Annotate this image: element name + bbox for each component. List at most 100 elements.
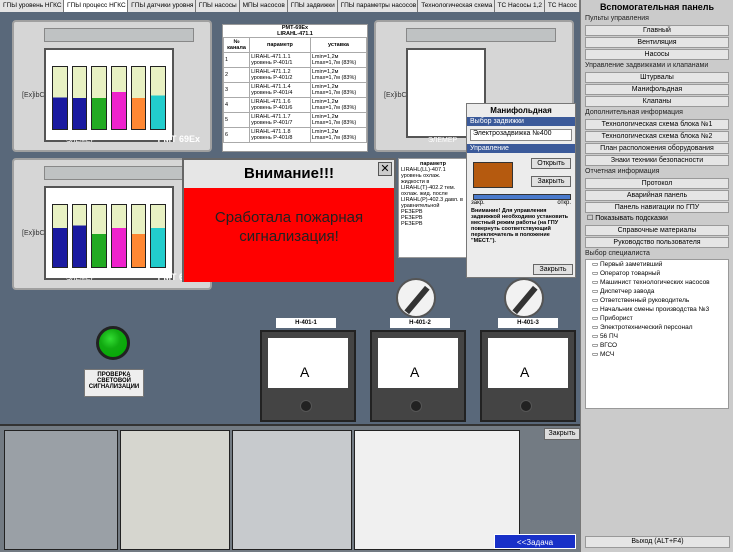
table-header: № канала	[222, 37, 251, 53]
tab-1[interactable]: ГПЫ процесс НГКС	[64, 0, 129, 12]
section-label: Выбор специалиста	[585, 250, 650, 257]
side-button[interactable]: Вентиляция	[585, 37, 729, 48]
side-button[interactable]: Справочные материалы	[585, 225, 729, 236]
exit-button[interactable]: Выход (ALT+F4)	[585, 536, 730, 548]
gauge-label-2: Н-401-2	[390, 318, 450, 328]
tab-0[interactable]: ГПЫ уровень НГКС	[0, 0, 65, 12]
equipment-overview	[0, 424, 580, 552]
device-header	[406, 28, 556, 42]
tab-6[interactable]: ГПЫ параметры насосов	[337, 0, 419, 12]
dialog-close-button[interactable]: Закрыть	[533, 264, 573, 275]
tab-5[interactable]: ГПЫ задвижки	[287, 0, 338, 12]
device-screen	[44, 186, 174, 280]
level-bar	[91, 66, 108, 130]
gauge-label-3: Н-401-3	[498, 318, 558, 328]
specialist-item[interactable]: ▭ Начальник смены производства №3	[586, 305, 728, 314]
table2-row: LIRAHL(P)-402.3 давл. в уравнительной	[401, 197, 463, 209]
gauge-label-1: Н-401-1	[276, 318, 336, 328]
side-button[interactable]: Аварийная панель	[585, 190, 729, 201]
specialist-item[interactable]: ▭ Приборист	[586, 314, 728, 323]
switch-1[interactable]	[396, 278, 436, 318]
tab-8[interactable]: ТС Насосы 1,2	[494, 0, 545, 12]
specialist-item[interactable]: ▭ Ответственный руководитель	[586, 296, 728, 305]
specialist-item[interactable]: ▭ 56 ПЧ	[586, 332, 728, 341]
table-cell: LIRAHL-471.1.2 уровень Р-401/2	[249, 67, 311, 83]
table-cell: 2	[222, 67, 251, 83]
hints-checkbox[interactable]: ☐ Показывать подсказки	[581, 214, 733, 224]
tab-3[interactable]: ГПЫ насосы	[195, 0, 240, 12]
panel-1[interactable]	[4, 430, 118, 550]
side-button[interactable]: Штурвалы	[585, 72, 729, 83]
specialist-item[interactable]: ▭ Оператор товарный	[586, 269, 728, 278]
table-cell: Lmin=1,2м Lmax=1,7м (83%)	[309, 52, 368, 68]
task-button[interactable]: <<Задача	[494, 534, 576, 549]
signal-lamp[interactable]	[96, 326, 130, 360]
level-bar	[130, 66, 147, 130]
table2-row: LIRAHL(T)-402.2 тем. охлаж. жид. после	[401, 185, 456, 197]
dialog-note: Внимание! Для управления задвижкой необх…	[471, 208, 569, 244]
table-cell: LIRAHL-471.1.8 уровень Р-401/8	[249, 127, 311, 143]
table-cell: LIRAHL-471.1.1 уровень Р-401/1	[249, 52, 311, 68]
panel-3[interactable]	[232, 430, 352, 550]
tab-9[interactable]: ТС Насос	[544, 0, 581, 12]
schematic-panel[interactable]	[354, 430, 520, 550]
device-ex-mark: [Ex]ibC	[384, 92, 407, 99]
ammeter-1: A	[260, 330, 356, 422]
channel-table: РМТ-69Ex LIRAHL-471.1 № канала параметр ус…	[222, 24, 368, 152]
table-cell: 4	[222, 97, 251, 113]
side-button[interactable]: Технологическая схема блока №2	[585, 131, 729, 142]
device-header	[44, 166, 194, 180]
side-button[interactable]: Клапаны	[585, 96, 729, 107]
side-button[interactable]: Манифольдная	[585, 84, 729, 95]
select-label: Выбор задвижки	[467, 117, 575, 126]
tab-7[interactable]: Технологическая схема	[418, 0, 495, 12]
table2-row: РЕЗЕРВ	[401, 221, 423, 227]
side-button[interactable]: Главный	[585, 25, 729, 36]
close-valve-button[interactable]: Закрыть	[531, 176, 571, 187]
specialist-list: ▭ Первый заметивший ▭ Оператор товарный ▭ …	[585, 259, 729, 409]
tab-4[interactable]: МПЫ насосов	[239, 0, 288, 12]
side-button[interactable]: Насосы	[585, 49, 729, 60]
tab-2[interactable]: ГПЫ датчики уровня	[128, 0, 196, 12]
side-button[interactable]: Руководство пользователя	[585, 237, 729, 248]
level-bar	[52, 204, 68, 268]
alarm-title: Внимание!!!	[184, 160, 394, 188]
device-ex-mark: [Ex]ibC	[22, 230, 45, 237]
table-row: 1 LIRAHL-471.1.1 уровень Р-401/1 Lmin=1,2м…	[222, 52, 368, 68]
side-button[interactable]: Панель навигации по ГПУ	[585, 202, 729, 213]
section-label: Дополнительная информация	[585, 109, 683, 116]
switch-2[interactable]	[504, 278, 544, 318]
table-cell: 5	[222, 112, 251, 128]
specialist-item[interactable]: ▭ Диспетчер завода	[586, 287, 728, 296]
level-bar	[71, 204, 88, 268]
side-button[interactable]: Технологическая схема блока №1	[585, 119, 729, 130]
unit-label: A	[300, 364, 310, 380]
device-brand: ЭЛЕМЕР	[66, 275, 96, 282]
specialist-item[interactable]: ▭ Машинист технологических насосов	[586, 278, 728, 287]
device-screen	[44, 48, 174, 142]
open-button[interactable]: Открыть	[531, 158, 571, 169]
table-cell: LIRAHL-471.1.4 уровень Р-401/4	[249, 82, 311, 98]
specialist-item[interactable]: ▭ МСЧ	[586, 350, 728, 359]
scale-right: откр.	[557, 200, 571, 206]
panel-2[interactable]	[120, 430, 230, 550]
side-button[interactable]: План расположения оборудования	[585, 143, 729, 154]
table-cell: Lmin=1,2м Lmax=1,7м (83%)	[309, 97, 368, 113]
valve-icon	[473, 162, 513, 188]
table-row: 6 LIRAHL-471.1.8 уровень Р-401/8 Lmin=1,2м…	[222, 127, 368, 143]
close-icon[interactable]: ✕	[378, 162, 392, 176]
specialist-item[interactable]: ▭ ВГСО	[586, 341, 728, 350]
side-button[interactable]: Протокол	[585, 178, 729, 189]
ammeter-2: A	[370, 330, 466, 422]
side-button[interactable]: Знаки техники безопасности	[585, 155, 729, 166]
specialist-item[interactable]: ▭ Первый заметивший	[586, 260, 728, 269]
main-panel: [Ex]ibC ЭЛЕМЕР РМТ 69Ex [Ex]ibC ЭЛЕМЕР Р…	[0, 12, 580, 424]
specialist-item[interactable]: ▭ Электротехнический персонал	[586, 323, 728, 332]
manifold-dialog: Манифольдная Выбор задвижки Электрозадви…	[466, 103, 576, 278]
level-bar	[111, 66, 127, 130]
table-row: 4 LIRAHL-471.1.6 уровень Р-401/6 Lmin=1,2м…	[222, 97, 368, 113]
table-cell: LIRAHL-471.1.6 уровень Р-401/6	[249, 97, 311, 113]
table-row: 2 LIRAHL-471.1.2 уровень Р-401/2 Lmin=1,2м…	[222, 67, 368, 83]
bottom-close-button[interactable]: Закрыть	[544, 428, 580, 440]
valve-select[interactable]: Электрозадвижка №400	[470, 129, 572, 141]
